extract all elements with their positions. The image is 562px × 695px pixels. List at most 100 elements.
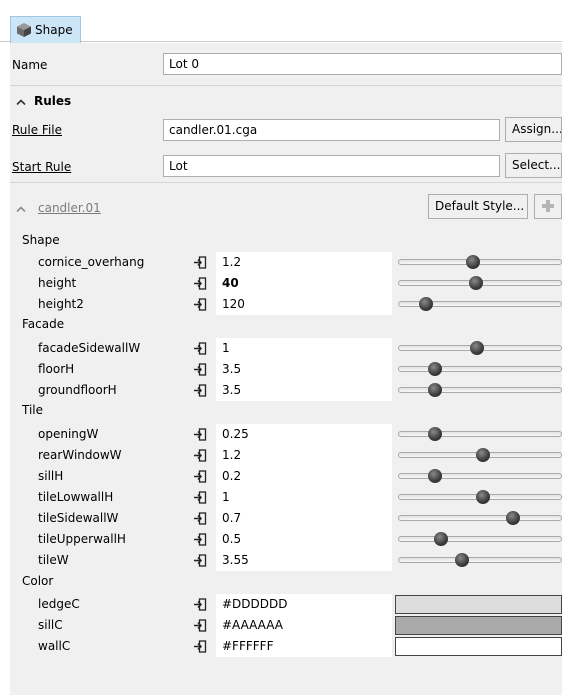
attribute-value-field[interactable]: [216, 380, 392, 401]
attribute-value-field[interactable]: [216, 359, 392, 380]
connect-icon[interactable]: [193, 428, 207, 441]
connect-icon[interactable]: [193, 619, 207, 632]
connect-icon[interactable]: [193, 554, 207, 567]
slider-thumb[interactable]: [476, 448, 490, 462]
slider-thumb[interactable]: [428, 469, 442, 483]
attribute-name: facadeSidewallW: [38, 341, 141, 355]
attribute-value: 40: [222, 276, 239, 290]
attribute-value-field[interactable]: [216, 508, 392, 529]
name-label: Name: [12, 58, 48, 72]
slider-thumb[interactable]: [419, 297, 433, 311]
slider-thumb[interactable]: [506, 511, 520, 525]
attribute-value: 1: [222, 341, 230, 355]
attribute-value-field[interactable]: [216, 338, 392, 359]
slider-track[interactable]: [398, 557, 562, 563]
connect-icon[interactable]: [193, 598, 207, 611]
tab-shape[interactable]: Shape: [10, 16, 81, 43]
default-style-button[interactable]: Default Style...: [428, 194, 528, 219]
attribute-value: 1.2: [222, 255, 242, 269]
rule-file-field[interactable]: candler.01.cga: [163, 119, 500, 141]
name-field[interactable]: Lot 0: [163, 53, 562, 75]
connect-icon[interactable]: [193, 491, 207, 504]
start-rule-value: Lot: [169, 159, 188, 173]
slider-thumb[interactable]: [428, 383, 442, 397]
connect-icon[interactable]: [193, 384, 207, 397]
chevron-up-icon[interactable]: [16, 206, 26, 212]
attribute-row-rearWindowW: rearWindowW 1.2: [10, 445, 562, 466]
color-swatch[interactable]: [395, 637, 562, 656]
connect-icon[interactable]: [193, 277, 207, 290]
connect-icon[interactable]: [193, 363, 207, 376]
attribute-value: 3.5: [222, 383, 242, 397]
start-rule-field[interactable]: Lot: [163, 155, 500, 177]
rules-section-title[interactable]: Rules: [34, 94, 71, 108]
connect-icon[interactable]: [193, 512, 207, 525]
attribute-row-tileLowwallH: tileLowwallH 1: [10, 487, 562, 508]
slider-track[interactable]: [398, 387, 562, 393]
attribute-value: 0.7: [222, 511, 242, 525]
chevron-up-icon[interactable]: [16, 99, 26, 105]
attribute-row-wallC: wallC #FFFFFF: [10, 636, 562, 657]
attribute-row-tileW: tileW 3.55: [10, 550, 562, 571]
connect-icon[interactable]: [193, 640, 207, 653]
slider-thumb[interactable]: [470, 341, 484, 355]
default-style-label: Default Style...: [435, 199, 525, 213]
attribute-row-sillH: sillH 0.2: [10, 466, 562, 487]
start-rule-link[interactable]: Start Rule: [12, 160, 71, 174]
slider-track[interactable]: [398, 515, 562, 521]
slider-thumb[interactable]: [428, 427, 442, 441]
attribute-value-field[interactable]: [216, 529, 392, 550]
connect-icon[interactable]: [193, 342, 207, 355]
attribute-name: tileLowwallH: [38, 490, 114, 504]
attribute-value: #AAAAAA: [222, 618, 283, 632]
attribute-name: tileW: [38, 553, 69, 567]
slider-thumb[interactable]: [434, 532, 448, 546]
tab-label: Shape: [35, 23, 73, 37]
attribute-value: #FFFFFF: [222, 639, 274, 653]
attribute-value: 0.25: [222, 427, 249, 441]
attribute-name: floorH: [38, 362, 75, 376]
assign-label: Assign...: [512, 122, 562, 136]
slider-track[interactable]: [398, 536, 562, 542]
attribute-name: groundfloorH: [38, 383, 117, 397]
slider-thumb[interactable]: [465, 255, 480, 269]
slider-thumb[interactable]: [428, 362, 442, 376]
color-swatch[interactable]: [395, 616, 562, 635]
slider-track[interactable]: [398, 431, 562, 437]
tab-bar: Shape: [0, 0, 562, 43]
slider-thumb[interactable]: [455, 553, 469, 567]
attribute-value-field[interactable]: [216, 273, 392, 294]
color-swatch[interactable]: [395, 595, 562, 614]
slider-thumb[interactable]: [468, 276, 483, 290]
attribute-value-field[interactable]: [216, 466, 392, 487]
assign-button[interactable]: Assign...: [505, 117, 562, 142]
slider-track[interactable]: [398, 473, 562, 479]
cube-icon: [17, 23, 31, 37]
attribute-name: rearWindowW: [38, 448, 122, 462]
slider-track[interactable]: [398, 259, 562, 265]
attribute-row-groundfloorH: groundfloorH 3.5: [10, 380, 562, 401]
connect-icon[interactable]: [193, 298, 207, 311]
attribute-value: 1: [222, 490, 230, 504]
rule-file-value: candler.01.cga: [169, 123, 258, 137]
connect-icon[interactable]: [193, 256, 207, 269]
connect-icon[interactable]: [193, 470, 207, 483]
slider-thumb[interactable]: [476, 490, 490, 504]
attribute-name: tileUpperwallH: [38, 532, 126, 546]
attribute-value-field[interactable]: [216, 487, 392, 508]
select-button[interactable]: Select...: [505, 153, 562, 178]
connect-icon[interactable]: [193, 449, 207, 462]
attribute-value-field[interactable]: [216, 445, 392, 466]
attribute-row-height2: height2 120: [10, 294, 562, 315]
connect-icon[interactable]: [193, 533, 207, 546]
group-header-tile: Tile: [22, 403, 44, 417]
attribute-value-field[interactable]: [216, 252, 392, 273]
rule-file-title-link[interactable]: candler.01: [38, 201, 101, 215]
add-button[interactable]: [534, 194, 562, 219]
rule-file-link[interactable]: Rule File: [12, 123, 62, 137]
attribute-row-tileSidewallW: tileSidewallW 0.7: [10, 508, 562, 529]
attribute-row-openingW: openingW 0.25: [10, 424, 562, 445]
attribute-row-height: height 40: [10, 273, 562, 294]
attribute-row-cornice_overhang: cornice_overhang 1.2: [10, 252, 562, 273]
slider-track[interactable]: [398, 366, 562, 372]
